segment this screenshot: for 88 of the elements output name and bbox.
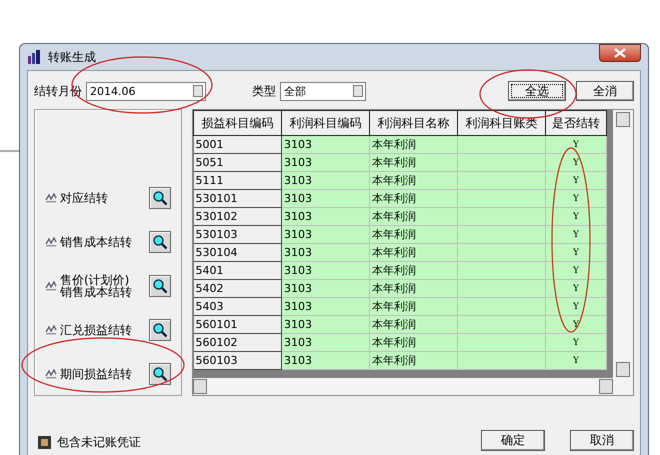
table-cell: 3103 xyxy=(282,334,370,352)
transfer-icon xyxy=(45,237,57,247)
column-header: 是否结转 xyxy=(546,110,606,136)
table-cell: 5051 xyxy=(194,154,282,172)
table-cell: 本年利润 xyxy=(370,334,458,352)
search-button[interactable] xyxy=(149,363,171,385)
bar-chart-icon xyxy=(27,50,43,64)
table-cell: 560103 xyxy=(194,352,282,370)
table-cell: 本年利润 xyxy=(370,190,458,208)
table-cell: 3103 xyxy=(282,262,370,280)
column-header: 利润科目编码 xyxy=(282,110,370,136)
table-cell: 3103 xyxy=(282,190,370,208)
table-cell: 5401 xyxy=(194,262,282,280)
table-cell: 本年利润 xyxy=(370,316,458,334)
table-cell: 本年利润 xyxy=(370,226,458,244)
transfer-icon xyxy=(45,325,57,335)
search-icon xyxy=(152,366,168,382)
search-icon xyxy=(152,190,168,206)
scroll-up-button[interactable] xyxy=(616,112,630,127)
table-cell: 本年利润 xyxy=(370,154,458,172)
search-button[interactable] xyxy=(149,319,171,341)
search-icon xyxy=(152,322,168,338)
table-cell: 5001 xyxy=(194,136,282,154)
table-cell: 本年利润 xyxy=(370,136,458,154)
transfer-icon xyxy=(45,193,57,203)
table-cell: 本年利润 xyxy=(370,352,458,370)
window-title: 转账生成 xyxy=(48,48,96,66)
toolbar-button[interactable]: 全选 xyxy=(508,81,566,101)
table-cell: 3103 xyxy=(282,352,370,370)
scroll-right-button[interactable] xyxy=(599,379,613,394)
table-cell: 3103 xyxy=(282,208,370,226)
table-cell: Y xyxy=(546,352,606,370)
table-cell: 本年利润 xyxy=(370,244,458,262)
table-cell: 5403 xyxy=(194,298,282,316)
transfer-icon xyxy=(45,369,57,379)
close-icon xyxy=(614,48,626,58)
column-header: 利润科目名称 xyxy=(370,110,458,136)
table-cell: 本年利润 xyxy=(370,172,458,190)
toolbar-button[interactable]: 全消 xyxy=(576,81,634,101)
include-unposted-label: 包含未记账凭证 xyxy=(57,434,141,451)
search-button[interactable] xyxy=(149,187,171,209)
table-cell: 本年利润 xyxy=(370,298,458,316)
table-cell: Y xyxy=(546,226,606,244)
dialog-button[interactable]: 确定 xyxy=(481,430,545,451)
horizontal-scrollbar[interactable] xyxy=(193,378,613,395)
vertical-scrollbar[interactable] xyxy=(613,110,633,395)
search-icon xyxy=(152,278,168,294)
table-cell: 530104 xyxy=(194,244,282,262)
close-button[interactable] xyxy=(599,44,641,62)
column-header: 损益科目编码 xyxy=(194,110,282,136)
transfer-label: 售价(计划价) 销售成本结转 xyxy=(60,274,133,298)
spin-icon xyxy=(353,85,363,97)
table-cell: 3103 xyxy=(282,154,370,172)
table-cell: 530103 xyxy=(194,226,282,244)
search-button[interactable] xyxy=(149,275,171,297)
search-button[interactable] xyxy=(149,231,171,253)
table-cell: 本年利润 xyxy=(370,280,458,298)
table-cell: 530102 xyxy=(194,208,282,226)
spin-icon xyxy=(193,85,203,97)
transfer-label: 期间损益结转 xyxy=(60,368,133,380)
table-cell: 3103 xyxy=(282,136,370,154)
search-icon xyxy=(152,234,168,250)
table-cell: 530101 xyxy=(194,190,282,208)
transfer-label: 对应结转 xyxy=(60,192,109,204)
table-cell: 3103 xyxy=(282,316,370,334)
table-cell: 5111 xyxy=(194,172,282,190)
voucher-icon xyxy=(38,436,51,449)
table-cell: 560101 xyxy=(194,316,282,334)
type-label: 类型 xyxy=(252,82,276,100)
scroll-down-button[interactable] xyxy=(616,362,630,377)
table-cell: 3103 xyxy=(282,172,370,190)
table-cell: 3103 xyxy=(282,280,370,298)
type-field[interactable]: 全部 xyxy=(280,82,366,100)
dialog-button[interactable]: 取消 xyxy=(570,430,634,451)
table-cell: 560102 xyxy=(194,334,282,352)
table-cell: 3103 xyxy=(282,244,370,262)
transfer-label: 汇兑损益结转 xyxy=(60,324,133,336)
table-cell: 本年利润 xyxy=(370,262,458,280)
table-cell: Y xyxy=(546,136,606,154)
table-cell: 3103 xyxy=(282,226,370,244)
table-cell: 5402 xyxy=(194,280,282,298)
month-field[interactable]: 2014.06 xyxy=(86,82,206,100)
transfer-label: 销售成本结转 xyxy=(60,236,133,248)
table-cell: Y xyxy=(546,334,606,352)
transfer-icon xyxy=(45,281,57,291)
table-cell: 本年利润 xyxy=(370,208,458,226)
scroll-left-button[interactable] xyxy=(193,379,207,394)
table-cell: 3103 xyxy=(282,298,370,316)
